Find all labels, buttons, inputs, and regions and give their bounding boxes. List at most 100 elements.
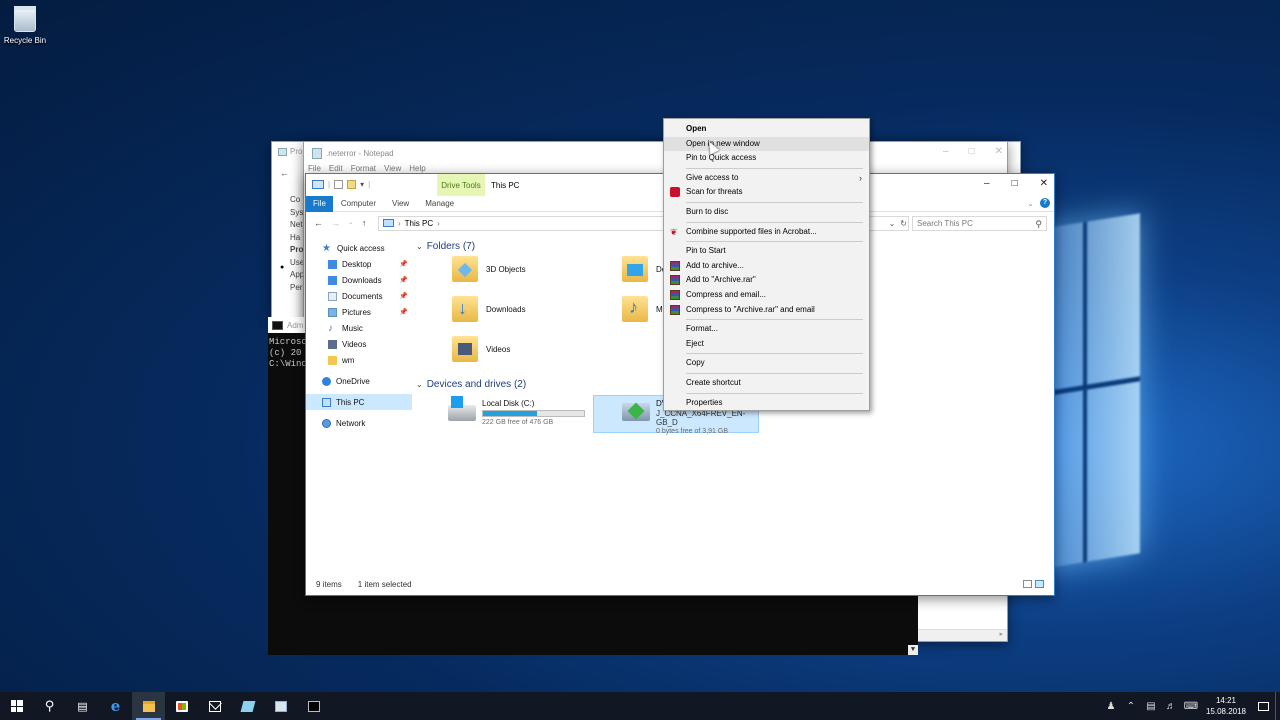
chevron-down-icon[interactable]: ▾ [360,180,364,189]
winrar-icon [670,289,680,300]
expand-ribbon-icon[interactable]: ⌄ [1027,199,1034,208]
forward-icon[interactable]: → [331,218,340,228]
context-menu-item-scan-for-threats[interactable]: Scan for threats [664,185,869,200]
explorer-window-controls: – □ ✕ [984,178,1048,189]
network-icon[interactable]: ▤ [1141,701,1161,712]
taskbar-server-manager[interactable] [264,692,297,720]
sidebar-item-network[interactable]: Network [306,415,412,431]
network-icon [322,418,331,428]
context-menu-item-give-access-to[interactable]: Give access to › [664,171,869,186]
taskbar-mail[interactable] [198,692,231,720]
sidebar-item-desktop[interactable]: Desktop 📌 [306,256,412,272]
breadcrumb-this-pc[interactable]: This PC [405,219,433,228]
context-menu-item-burn-to-disc[interactable]: Burn to disc [664,205,869,220]
context-menu-item-open-in-new-window[interactable]: Open in new window [664,136,869,152]
chevron-up-icon[interactable]: ⌃ [1121,701,1141,712]
context-menu-item-add-to-archive-rar[interactable]: Add to "Archive.rar" [664,273,869,288]
back-icon[interactable]: ← [314,218,323,228]
drive-tile-local-disk[interactable]: Local Disk (C:) 222 GB free of 476 GB [448,396,598,436]
details-view-icon[interactable] [1023,580,1032,588]
sidebar-item-pictures[interactable]: Pictures 📌 [306,304,412,320]
context-menu-item-pin-to-quick-access[interactable]: Pin to Quick access [664,151,869,166]
menu-separator [686,167,863,169]
scroll-down-icon[interactable]: ▼ [908,645,918,655]
up-icon[interactable]: ↑ [362,218,367,228]
scroll-right-icon[interactable]: ▸ [999,630,1003,638]
context-menu-label: Format... [686,324,719,334]
task-view-button[interactable]: ▤ [66,692,99,720]
context-menu-item-pin-to-start[interactable]: Pin to Start [664,244,869,259]
context-menu-item-compress-and-email[interactable]: Compress and email... [664,288,869,303]
context-menu-item-create-shortcut[interactable]: Create shortcut [664,376,869,391]
sidebar-item-label: Music [342,323,363,333]
taskbar-file-explorer[interactable] [132,692,165,720]
taskbar-notepad[interactable] [231,692,264,720]
folder-tile-music[interactable]: Mu [622,290,667,328]
folder-tile-desktop[interactable]: De [622,250,666,288]
taskbar-edge[interactable]: e [99,692,132,720]
sidebar-item-documents[interactable]: Documents 📌 [306,288,412,304]
cmd-title: Adm [287,320,304,330]
volume-icon[interactable]: ♬ [1161,701,1181,712]
server-manager-icon [274,700,287,712]
clock[interactable]: 14:21 15.08.2018 [1201,695,1251,717]
sidebar-item-wm[interactable]: wm [306,352,412,368]
address-dropdown-icon[interactable]: ⌄ [889,219,896,228]
folder-tile-videos[interactable]: Videos [452,330,510,368]
sidebar-item-quick-access[interactable]: ★ Quick access [306,240,412,256]
context-menu-item-combine-supported-files-in-acrobat[interactable]: ❦ Combine supported files in Acrobat... [664,225,869,240]
folder-tile-downloads[interactable]: Downloads [452,290,526,328]
folder-tile-3d-objects[interactable]: 3D Objects [452,250,526,288]
start-button[interactable] [0,692,33,720]
window-title: Pro [290,147,303,156]
context-menu-item-properties[interactable]: Properties [664,396,869,411]
group-header-devices[interactable]: ⌄ Devices and drives (2) [416,379,526,390]
people-icon[interactable]: ♟ [1101,701,1121,712]
sidebar-item-videos[interactable]: Videos [306,336,412,352]
taskbar-store[interactable] [165,692,198,720]
keyboard-icon[interactable]: ⌨ [1181,701,1201,712]
back-arrow-icon[interactable]: ← [280,168,289,178]
desktop-icon-recycle-bin[interactable]: Recycle Bin [2,6,48,45]
sidebar-item-music[interactable]: ♪ Music [306,320,412,336]
minimize-icon[interactable]: – [943,146,949,157]
search-button[interactable]: ⚲ [33,692,66,720]
properties-icon[interactable] [334,180,344,189]
clock-date: 15.08.2018 [1205,707,1247,716]
tab-manage[interactable]: Manage [417,196,462,212]
sidebar-item-label: Pictures [342,307,371,317]
close-icon[interactable]: ✕ [995,146,1003,157]
tab-computer[interactable]: Computer [333,196,384,212]
notepad-titlebar[interactable]: .neterror - Notepad [304,142,1007,164]
maximize-icon[interactable]: □ [969,146,975,157]
close-icon[interactable]: ✕ [1040,178,1048,189]
recent-locations-icon[interactable]: ⌄ [348,218,354,228]
context-menu-item-open[interactable]: Open [664,122,869,137]
minimize-icon[interactable]: – [984,178,990,189]
maximize-icon[interactable]: □ [1012,178,1018,189]
folder-label: Videos [486,344,511,354]
context-menu-item-compress-to-archive-rar-and-email[interactable]: Compress to "Archive.rar" and email [664,303,869,318]
menu-separator [686,392,863,394]
sidebar-item-this-pc[interactable]: This PC [306,394,412,410]
context-menu-item-format[interactable]: Format... [664,322,869,337]
address-actions: ⌄ ↻ [877,219,907,228]
taskbar-cmd[interactable] [297,692,330,720]
refresh-icon[interactable]: ↻ [900,219,907,228]
context-menu-item-add-to-archive[interactable]: Add to archive... [664,259,869,274]
mail-icon [208,700,221,712]
context-menu-item-copy[interactable]: Copy [664,356,869,371]
context-menu-item-eject[interactable]: Eject [664,337,869,352]
sidebar-item-onedrive[interactable]: OneDrive [306,373,412,389]
search-placeholder: Search This PC [917,218,973,228]
help-icon[interactable]: ? [1040,198,1050,208]
tab-view[interactable]: View [384,196,417,212]
large-icons-view-icon[interactable] [1035,580,1044,588]
search-input[interactable]: Search This PC ⚲ [912,215,1047,231]
new-folder-icon[interactable] [347,180,357,189]
action-center-button[interactable] [1251,692,1275,720]
menu-separator [686,372,863,374]
tab-file[interactable]: File [306,195,333,212]
sidebar-item-downloads[interactable]: Downloads 📌 [306,272,412,288]
show-desktop-button[interactable] [1275,692,1280,720]
